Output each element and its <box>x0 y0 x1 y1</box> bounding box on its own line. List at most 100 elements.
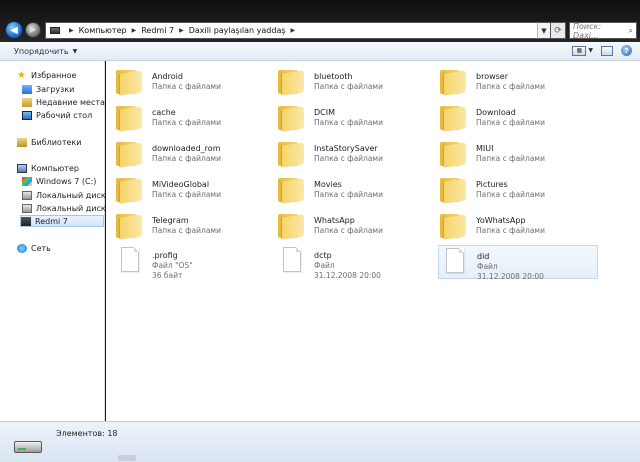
file-list: Android Папка с файлами bluetooth Папка с ф… <box>106 61 640 421</box>
nav-label: Недавние места <box>36 97 105 107</box>
help-icon[interactable]: ? <box>621 45 632 56</box>
folder-item[interactable]: DCIM Папка с файлами <box>276 102 436 136</box>
folder-icon <box>114 138 144 168</box>
item-name: Android <box>152 72 183 81</box>
breadcrumb-storage[interactable]: Daxili paylaşılan yaddaş <box>189 26 286 35</box>
item-type: Папка с файлами <box>152 118 221 127</box>
folder-icon <box>114 66 144 96</box>
item-name: dctp <box>314 251 332 260</box>
folder-item[interactable]: Android Папка с файлами <box>114 66 274 100</box>
item-name: YoWhatsApp <box>476 216 526 225</box>
address-history-dropdown[interactable]: ▼ <box>537 22 550 39</box>
scroll-grip[interactable] <box>118 455 136 461</box>
item-text: bluetooth Папка с файлами <box>314 66 383 92</box>
chevron-right-icon: ▶ <box>290 27 296 34</box>
file-icon <box>439 246 469 276</box>
preview-pane-icon[interactable] <box>601 45 613 56</box>
item-text: WhatsApp Папка с файлами <box>314 210 383 236</box>
item-type: Папка с файлами <box>476 226 545 235</box>
address-bar[interactable]: ▶ Компьютер ▶ Redmi 7 ▶ Daxili paylaşıla… <box>45 22 550 39</box>
file-icon <box>114 245 144 275</box>
item-name: Download <box>476 108 516 117</box>
breadcrumb-redmi7[interactable]: Redmi 7 <box>141 26 174 35</box>
folder-item[interactable]: cache Папка с файлами <box>114 102 274 136</box>
search-input[interactable]: Поиск: Daxi... ⌕ <box>569 21 637 40</box>
folder-item[interactable]: MiVideoGlobal Папка с файлами <box>114 174 274 208</box>
item-text: cache Папка с файлами <box>152 102 221 128</box>
folder-item[interactable]: Download Папка с файлами <box>438 102 598 136</box>
item-type: Папка с файлами <box>152 154 221 163</box>
item-name: MiVideoGlobal <box>152 180 210 189</box>
item-detail: 31.12.2008 20:00 <box>314 271 381 280</box>
organize-button[interactable]: Упорядочить ▼ <box>14 47 77 56</box>
back-button[interactable]: ◀ <box>5 21 23 39</box>
folder-item[interactable]: WhatsApp Папка с файлами <box>276 210 436 244</box>
chevron-down-icon: ▼ <box>72 47 78 55</box>
breadcrumb-computer[interactable]: Компьютер <box>79 26 127 35</box>
file-item[interactable]: .profig Файл "OS" 36 байт <box>114 245 274 280</box>
item-text: Download Папка с файлами <box>476 102 545 128</box>
refresh-icon: ⟳ <box>554 25 562 36</box>
folder-item[interactable]: bluetooth Папка с файлами <box>276 66 436 100</box>
item-type: Файл <box>477 262 498 271</box>
item-type: Папка с файлами <box>476 190 545 199</box>
chevron-down-icon[interactable]: ▼ <box>588 47 593 54</box>
phone-icon <box>21 216 31 226</box>
item-text: InstaStorySaver Папка с файлами <box>314 138 383 164</box>
file-icon <box>276 245 306 275</box>
item-text: dctp Файл 31.12.2008 20:00 <box>314 245 381 281</box>
nav-label: Сеть <box>31 243 51 253</box>
chevron-right-icon: ▶ <box>69 27 74 34</box>
file-item[interactable]: did Файл 31.12.2008 20:00 <box>438 245 598 282</box>
item-text: DCIM Папка с файлами <box>314 102 383 128</box>
forward-arrow-icon: ▶ <box>29 25 37 35</box>
item-type: Папка с файлами <box>152 82 221 91</box>
item-text: YoWhatsApp Папка с файлами <box>476 210 545 236</box>
recent-places-icon <box>22 97 32 107</box>
forward-button[interactable]: ▶ <box>25 22 41 38</box>
folder-icon <box>438 210 468 240</box>
folder-item[interactable]: browser Папка с файлами <box>438 66 598 100</box>
folder-item[interactable]: Movies Папка с файлами <box>276 174 436 208</box>
item-type: Папка с файлами <box>314 118 383 127</box>
item-name: .profig <box>152 251 178 260</box>
file-item[interactable]: dctp Файл 31.12.2008 20:00 <box>276 245 436 281</box>
folder-icon <box>276 210 306 240</box>
item-name: browser <box>476 72 509 81</box>
nav-redmi7[interactable]: Redmi 7 <box>20 215 104 227</box>
item-text: Movies Папка с файлами <box>314 174 383 200</box>
folder-item[interactable]: Telegram Папка с файлами <box>114 210 274 244</box>
folder-icon <box>438 66 468 96</box>
device-drive-icon <box>14 441 42 453</box>
nav-label: Windows 7 (C:) <box>36 176 97 186</box>
item-name: downloaded_rom <box>152 144 221 153</box>
search-icon: ⌕ <box>628 25 633 35</box>
nav-label: Избранное <box>31 70 77 80</box>
folder-item[interactable]: MIUI Папка с файлами <box>438 138 598 172</box>
item-type: Папка с файлами <box>476 154 545 163</box>
item-type: Папка с файлами <box>476 118 545 127</box>
folder-item[interactable]: Pictures Папка с файлами <box>438 174 598 208</box>
item-text: downloaded_rom Папка с файлами <box>152 138 221 164</box>
computer-icon <box>17 163 27 173</box>
change-view-icon[interactable]: ▦ <box>572 45 587 56</box>
item-type: Папка с файлами <box>152 190 221 199</box>
item-text: did Файл 31.12.2008 20:00 <box>477 246 544 282</box>
refresh-button[interactable]: ⟳ <box>550 22 566 39</box>
item-name: WhatsApp <box>314 216 355 225</box>
folder-item[interactable]: InstaStorySaver Папка с файлами <box>276 138 436 172</box>
folder-item[interactable]: downloaded_rom Папка с файлами <box>114 138 274 172</box>
item-name: Telegram <box>152 216 189 225</box>
search-placeholder: Поиск: Daxi... <box>573 21 602 40</box>
folder-icon <box>438 174 468 204</box>
folder-item[interactable]: YoWhatsApp Папка с файлами <box>438 210 598 244</box>
status-bar: Элементов: 18 <box>0 421 640 462</box>
item-text: Telegram Папка с файлами <box>152 210 221 236</box>
chevron-right-icon: ▶ <box>179 27 184 34</box>
item-text: Pictures Папка с файлами <box>476 174 545 200</box>
item-name: Pictures <box>476 180 508 189</box>
folder-icon <box>276 174 306 204</box>
nav-label: Компьютер <box>31 163 79 173</box>
item-text: MIUI Папка с файлами <box>476 138 545 164</box>
folder-icon <box>114 102 144 132</box>
